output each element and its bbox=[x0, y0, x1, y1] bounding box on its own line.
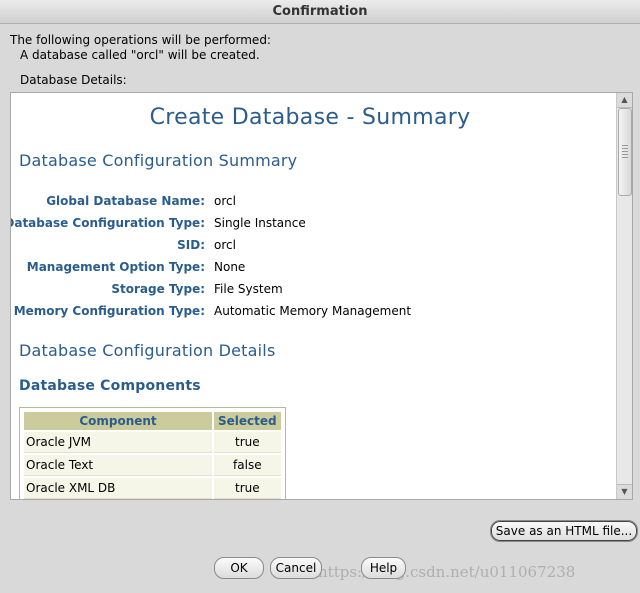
field-value: orcl bbox=[214, 238, 236, 252]
grip-icon bbox=[622, 145, 628, 159]
summary-title: Create Database - Summary bbox=[149, 105, 471, 130]
field-value: Single Instance bbox=[214, 216, 306, 230]
scroll-up-arrow-icon[interactable]: ▲ bbox=[617, 93, 632, 108]
field-row: Global Database Name: orcl bbox=[11, 192, 611, 210]
components-heading: Database Components bbox=[19, 378, 201, 394]
save-as-html-button[interactable]: Save as an HTML file... bbox=[490, 520, 638, 542]
table-row: Oracle Text false bbox=[24, 455, 281, 476]
table-header-row: Component Selected bbox=[24, 412, 281, 430]
intro-line-operations: The following operations will be perform… bbox=[10, 33, 271, 47]
config-details-heading: Database Configuration Details bbox=[19, 341, 276, 360]
intro-line-database: A database called "orcl" will be created… bbox=[20, 48, 260, 62]
selected-cell: false bbox=[214, 455, 281, 476]
intro-text: The following operations will be perform… bbox=[10, 33, 271, 63]
summary-content: Create Database - Summary Database Confi… bbox=[11, 93, 615, 499]
component-cell: Oracle XML DB bbox=[24, 478, 212, 499]
scrollbar-thumb[interactable] bbox=[618, 108, 632, 196]
column-header-component: Component bbox=[24, 412, 212, 430]
table-row: Oracle JVM true bbox=[24, 432, 281, 453]
table-row: Oracle XML DB true bbox=[24, 478, 281, 499]
selected-cell: true bbox=[214, 478, 281, 499]
field-label: Database Configuration Type: bbox=[11, 216, 205, 230]
window-title: Confirmation bbox=[0, 0, 640, 24]
components-table: Component Selected Oracle JVM true Oracl… bbox=[19, 407, 286, 499]
field-row: Storage Type: File System bbox=[11, 280, 611, 298]
help-button[interactable]: Help bbox=[361, 557, 406, 579]
field-value: orcl bbox=[214, 194, 236, 208]
field-row: SID: orcl bbox=[11, 236, 611, 254]
field-row: Memory Configuration Type: Automatic Mem… bbox=[11, 302, 611, 320]
field-label: Global Database Name: bbox=[46, 194, 205, 208]
field-value: File System bbox=[214, 282, 283, 296]
field-label: Management Option Type: bbox=[26, 260, 205, 274]
ok-button[interactable]: OK bbox=[214, 557, 264, 579]
column-header-selected: Selected bbox=[214, 412, 281, 430]
cancel-button[interactable]: Cancel bbox=[270, 557, 322, 579]
field-value: None bbox=[214, 260, 246, 274]
database-details-label: Database Details: bbox=[20, 73, 127, 87]
component-cell: Oracle JVM bbox=[24, 432, 212, 453]
watermark-text: https://blog.csdn.net/u011067238 bbox=[318, 563, 576, 581]
summary-viewport[interactable]: Create Database - Summary Database Confi… bbox=[10, 92, 633, 500]
vertical-scrollbar[interactable]: ▲ ▼ bbox=[616, 93, 632, 499]
component-cell: Oracle Text bbox=[24, 455, 212, 476]
config-summary-heading: Database Configuration Summary bbox=[19, 151, 298, 170]
scroll-down-arrow-icon[interactable]: ▼ bbox=[617, 484, 632, 499]
field-row: Management Option Type: None bbox=[11, 258, 611, 276]
field-label: Memory Configuration Type: bbox=[13, 304, 205, 318]
field-row: Database Configuration Type: Single Inst… bbox=[11, 214, 611, 232]
selected-cell: true bbox=[214, 432, 281, 453]
field-label: Storage Type: bbox=[111, 282, 205, 296]
field-value: Automatic Memory Management bbox=[214, 304, 412, 318]
field-label: SID: bbox=[177, 238, 205, 252]
